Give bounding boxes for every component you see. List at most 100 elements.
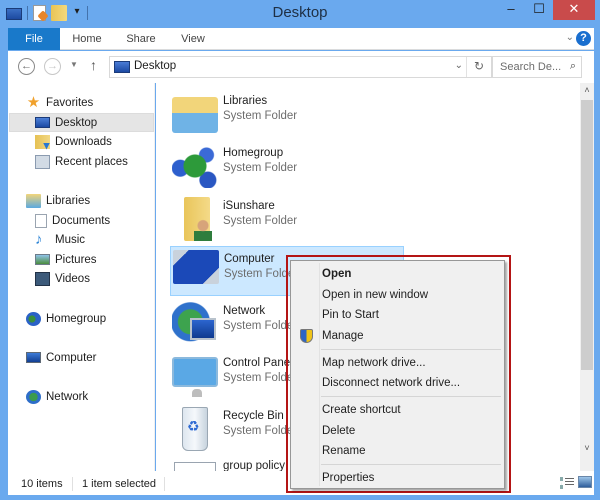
- sidebar-item-videos[interactable]: Videos: [35, 269, 90, 288]
- homegroup-icon: [172, 144, 218, 188]
- menu-item-pin-to-start[interactable]: Pin to Start: [293, 305, 502, 325]
- menu-item-create-shortcut[interactable]: Create shortcut: [293, 400, 502, 420]
- refresh-icon[interactable]: ↻: [474, 59, 484, 73]
- menu-item-open[interactable]: Open: [293, 264, 502, 284]
- file-name: Computer: [224, 253, 275, 265]
- sidebar-item-pictures[interactable]: Pictures: [35, 250, 97, 269]
- user-folder-icon: [184, 197, 212, 241]
- sidebar-item-label: Pictures: [55, 253, 97, 266]
- file-name: Recycle Bin: [223, 410, 284, 422]
- menu-item-open-new-window[interactable]: Open in new window: [293, 285, 502, 305]
- libraries-icon: [26, 193, 41, 208]
- search-icon[interactable]: ⌕: [570, 60, 576, 73]
- menu-item-map-network-drive[interactable]: Map network drive...: [293, 353, 502, 373]
- forward-button[interactable]: →: [44, 58, 61, 75]
- sidebar-item-desktop[interactable]: Desktop: [9, 113, 154, 132]
- tab-file[interactable]: File: [8, 28, 60, 50]
- details-view-icon[interactable]: [560, 477, 574, 489]
- sidebar-item-libraries[interactable]: Libraries: [26, 191, 90, 210]
- music-icon: ♪: [35, 230, 43, 248]
- close-button[interactable]: ✕: [553, 0, 595, 20]
- documents-icon: [35, 213, 47, 228]
- address-bar[interactable]: Desktop ⌄ ↻: [109, 56, 492, 78]
- tab-view[interactable]: View: [174, 28, 212, 50]
- scroll-thumb[interactable]: [581, 100, 593, 370]
- sidebar-item-label: Desktop: [55, 116, 98, 129]
- sidebar-item-label: Network: [46, 390, 89, 403]
- status-separator: [164, 477, 165, 491]
- menu-separator: [321, 464, 501, 465]
- large-icons-view-icon[interactable]: [578, 476, 592, 488]
- sidebar-item-label: Downloads: [55, 135, 112, 148]
- file-name: Network: [223, 305, 266, 317]
- title-bar: ▾ Desktop – ☐ ✕: [0, 0, 600, 28]
- sidebar-item-downloads[interactable]: Downloads: [35, 132, 112, 151]
- file-item-libraries[interactable]: Libraries System Folder: [170, 89, 404, 139]
- network-icon: [172, 302, 218, 346]
- menu-item-rename[interactable]: Rename: [293, 441, 502, 461]
- file-item-isunshare[interactable]: iSunshare System Folder: [170, 194, 404, 244]
- up-button[interactable]: ↑: [90, 57, 97, 73]
- address-separator: [466, 57, 467, 77]
- file-name: Libraries: [223, 95, 268, 107]
- file-type: System Folder: [223, 162, 298, 174]
- sidebar-item-documents[interactable]: Documents: [35, 211, 110, 230]
- file-name: Control Panel: [223, 357, 293, 369]
- sidebar-item-label: Homegroup: [46, 312, 107, 325]
- pictures-icon: [35, 254, 50, 265]
- file-type: System Folder: [223, 215, 298, 227]
- expand-ribbon-icon[interactable]: ⌄: [566, 32, 574, 43]
- menu-item-label: Manage: [322, 330, 364, 342]
- file-name: Homegroup: [223, 147, 284, 159]
- menu-item-disconnect-network-drive[interactable]: Disconnect network drive...: [293, 373, 502, 393]
- maximize-button[interactable]: ☐: [525, 0, 553, 20]
- sidebar-item-label: Music: [55, 233, 86, 246]
- navigation-bar: ← → ▼ ↑ Desktop ⌄ ↻ Search De... ⌕: [8, 51, 594, 83]
- sidebar-item-homegroup[interactable]: Homegroup: [26, 309, 106, 328]
- status-separator: [72, 477, 73, 491]
- sidebar-item-computer[interactable]: Computer: [26, 348, 97, 367]
- navigation-pane: ★ Favorites Desktop Downloads Recent pla…: [8, 83, 155, 471]
- menu-item-delete[interactable]: Delete: [293, 421, 502, 441]
- file-name: group policy: [223, 460, 286, 471]
- ribbon-tabs: File Home Share View ⌄ ?: [8, 28, 594, 50]
- search-input[interactable]: Search De... ⌕: [492, 56, 582, 78]
- menu-item-properties[interactable]: Properties: [293, 468, 502, 488]
- shield-icon: [300, 329, 313, 343]
- menu-item-manage[interactable]: Manage: [293, 326, 502, 346]
- help-icon[interactable]: ?: [576, 31, 591, 46]
- recent-locations-icon[interactable]: ▼: [70, 60, 78, 69]
- tab-home[interactable]: Home: [66, 28, 108, 50]
- scroll-down-icon[interactable]: ˅: [580, 443, 594, 453]
- sidebar-item-music[interactable]: ♪ Music: [35, 230, 85, 249]
- homegroup-icon: [26, 311, 41, 326]
- tab-share[interactable]: Share: [120, 28, 162, 50]
- desktop-icon: [35, 117, 50, 128]
- file-type: System Folder: [223, 110, 298, 122]
- sidebar-item-label: Libraries: [46, 194, 91, 207]
- star-icon: ★: [26, 93, 41, 111]
- menu-separator: [321, 349, 501, 350]
- sidebar-item-label: Documents: [52, 214, 111, 227]
- address-dropdown-icon[interactable]: ⌄: [455, 60, 463, 71]
- computer-icon: [173, 250, 219, 284]
- sidebar-item-network[interactable]: Network: [26, 387, 88, 406]
- control-panel-icon: [172, 357, 218, 397]
- file-item-homegroup[interactable]: Homegroup System Folder: [170, 141, 404, 191]
- recycle-bin-icon: [182, 407, 208, 451]
- recent-places-icon: [35, 154, 50, 169]
- address-text[interactable]: Desktop: [134, 60, 176, 72]
- sidebar-item-favorites[interactable]: ★ Favorites: [26, 93, 94, 112]
- back-button[interactable]: ←: [18, 58, 35, 75]
- sidebar-item-label: Videos: [55, 272, 90, 285]
- window-controls: – ☐ ✕: [497, 0, 595, 20]
- sidebar-item-recent-places[interactable]: Recent places: [35, 152, 128, 171]
- shortcut-icon: [174, 462, 216, 471]
- sidebar-item-label: Recent places: [55, 155, 128, 168]
- search-placeholder: Search De...: [500, 61, 562, 73]
- videos-icon: [35, 271, 50, 286]
- scroll-up-icon[interactable]: ˄: [580, 85, 594, 95]
- minimize-button[interactable]: –: [497, 0, 525, 20]
- vertical-scrollbar[interactable]: ˄ ˅: [580, 83, 594, 471]
- sidebar-item-label: Computer: [46, 351, 97, 364]
